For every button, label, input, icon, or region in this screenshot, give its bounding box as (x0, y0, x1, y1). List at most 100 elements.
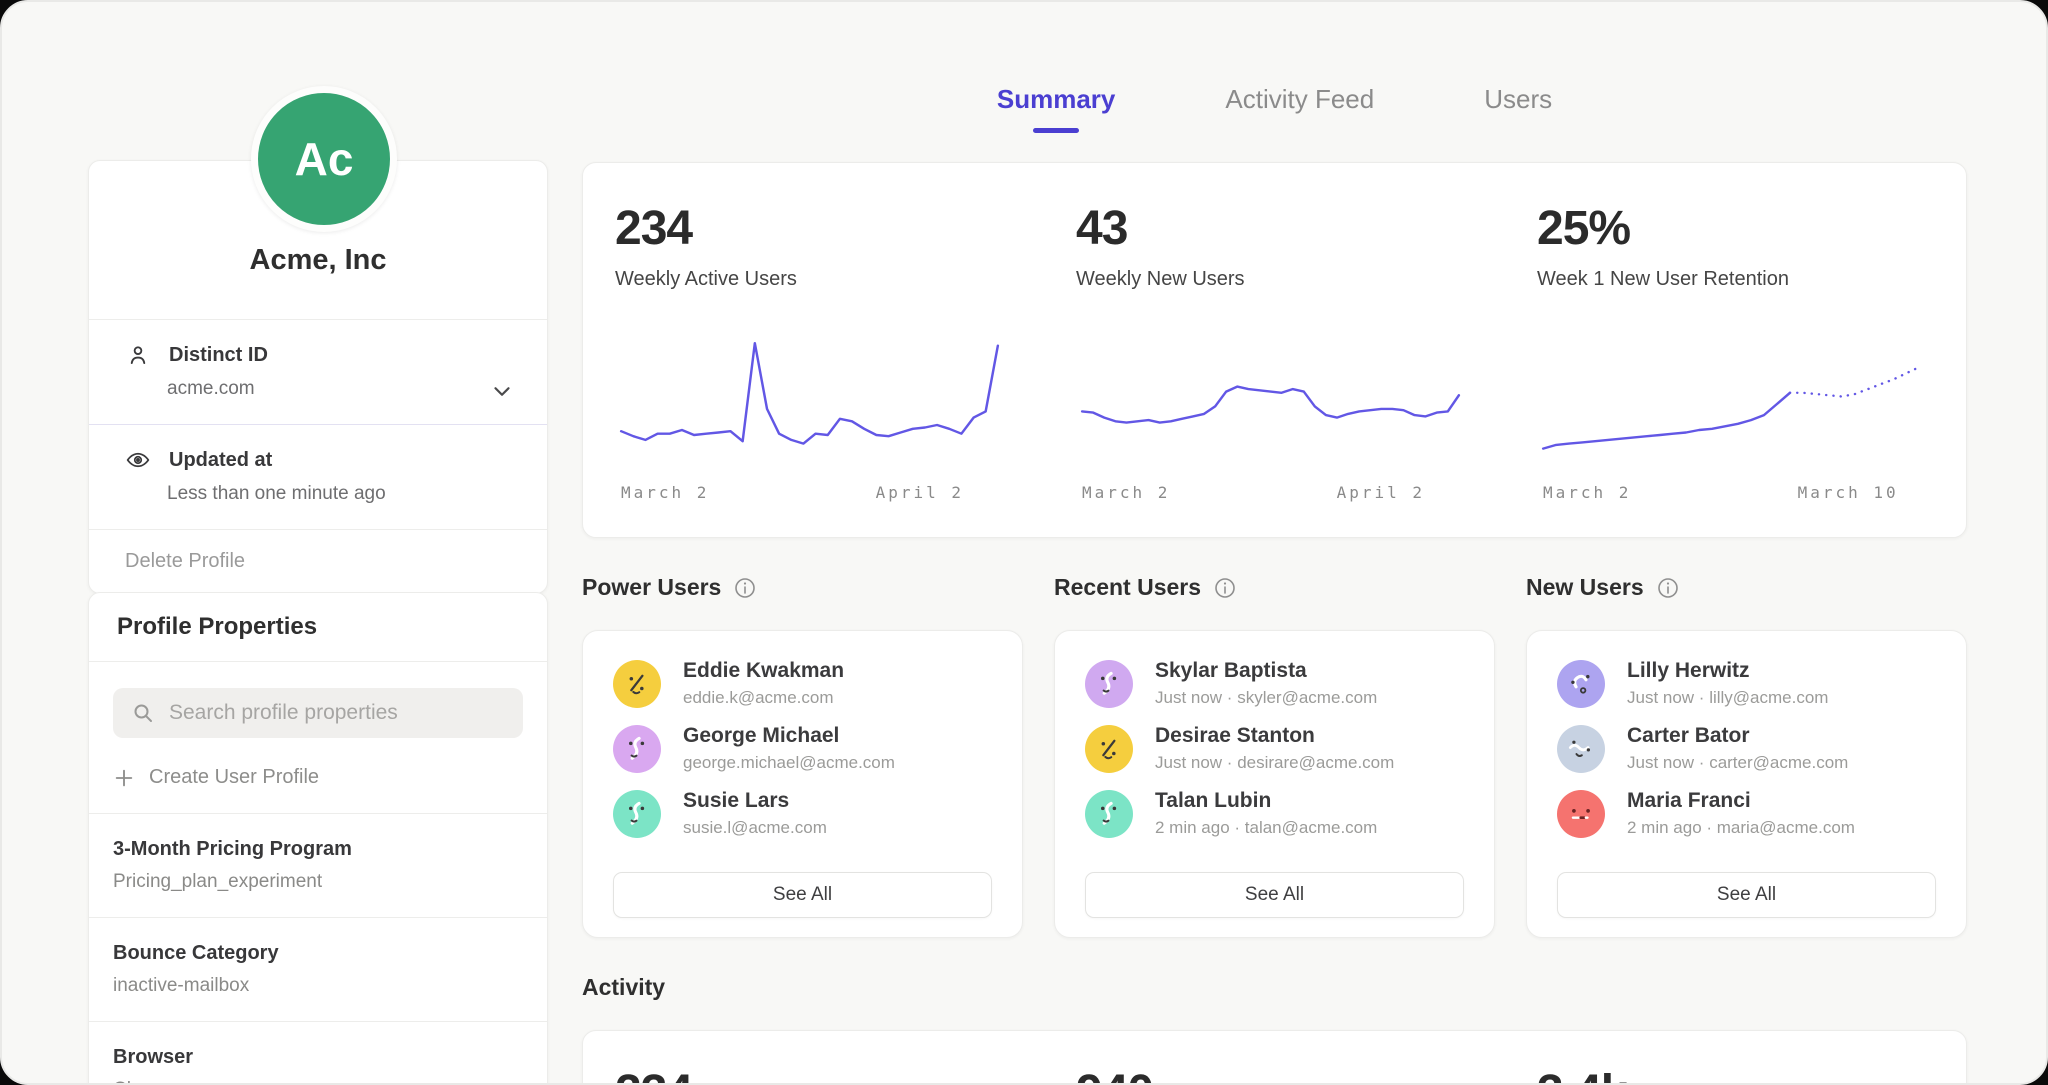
search-icon (131, 701, 155, 725)
user-name: Lilly Herwitz (1627, 659, 1828, 683)
list-item[interactable]: Desirae Stanton Just now · desirare@acme… (1085, 724, 1464, 773)
list-item[interactable]: Carter Bator Just now · carter@acme.com (1557, 724, 1936, 773)
info-icon[interactable] (1656, 576, 1680, 600)
delete-profile-button[interactable]: Delete Profile (89, 529, 547, 593)
avatar (613, 725, 661, 773)
tab-users[interactable]: Users (1484, 84, 1552, 131)
x-tick: April 2 (876, 483, 964, 502)
stat-value: 234 (615, 201, 1004, 256)
activity-stat: 940 (1044, 1065, 1505, 1085)
distinct-id-row[interactable]: Distinct ID acme.com (89, 319, 547, 424)
user-name: Talan Lubin (1155, 789, 1377, 813)
distinct-id-value: acme.com (167, 378, 511, 400)
recent-users-header: Recent Users (1054, 574, 1495, 601)
list-item[interactable]: George Michael george.michael@acme.com (613, 724, 992, 773)
info-icon[interactable] (1213, 576, 1237, 600)
avatar (1085, 790, 1133, 838)
avatar (1557, 725, 1605, 773)
user-name: Eddie Kwakman (683, 659, 844, 683)
see-all-button[interactable]: See All (1557, 872, 1936, 918)
list-item[interactable]: Susie Lars susie.l@acme.com (613, 789, 992, 838)
tab-activity-feed[interactable]: Activity Feed (1225, 84, 1374, 131)
activity-stat: 3.4k (1505, 1065, 1966, 1085)
eye-icon (125, 447, 151, 473)
person-icon (125, 342, 151, 368)
section-title: Power Users (582, 574, 721, 601)
user-subtitle: Just now · carter@acme.com (1627, 753, 1848, 773)
avatar (613, 660, 661, 708)
app-window: Ac Acme, Inc Distinct ID acme.com Upd (0, 0, 2048, 1085)
user-name: Carter Bator (1627, 724, 1848, 748)
user-cards: Eddie Kwakman eddie.k@acme.com George Mi… (582, 630, 1967, 938)
user-subtitle: 2 min ago · maria@acme.com (1627, 818, 1855, 838)
x-tick: March 10 (1798, 483, 1899, 502)
x-tick: March 2 (621, 483, 709, 502)
property-row[interactable]: Browser Chrome (89, 1021, 547, 1085)
list-item[interactable]: Eddie Kwakman eddie.k@acme.com (613, 659, 992, 708)
section-title: New Users (1526, 574, 1644, 601)
avatar (1085, 725, 1133, 773)
list-item[interactable]: Lilly Herwitz Just now · lilly@acme.com (1557, 659, 1936, 708)
plus-icon (113, 767, 135, 789)
new-users-header: New Users (1526, 574, 1967, 601)
tab-summary[interactable]: Summary (997, 84, 1116, 131)
stat-weekly-new-users: 43 Weekly New Users March 2 April 2 (1044, 163, 1505, 537)
search-input[interactable] (169, 701, 505, 725)
user-subtitle: Just now · desirare@acme.com (1155, 753, 1394, 773)
avatar (1557, 790, 1605, 838)
property-name: Browser (113, 1046, 523, 1069)
tab-bar: Summary Activity Feed Users (582, 84, 1967, 131)
chevron-down-icon[interactable] (489, 378, 515, 404)
user-subtitle: Just now · skyler@acme.com (1155, 688, 1377, 708)
user-section-headers: Power Users Recent Users New Users (582, 574, 1967, 601)
user-name: George Michael (683, 724, 895, 748)
new-users-card: Lilly Herwitz Just now · lilly@acme.com … (1526, 630, 1967, 938)
updated-at-row: Updated at Less than one minute ago (89, 424, 547, 529)
property-value: inactive-mailbox (113, 975, 523, 997)
info-icon[interactable] (733, 576, 757, 600)
user-subtitle: 2 min ago · talan@acme.com (1155, 818, 1377, 838)
user-name: Susie Lars (683, 789, 827, 813)
property-name: Bounce Category (113, 942, 523, 965)
company-avatar: Ac (251, 86, 397, 232)
list-item[interactable]: Skylar Baptista Just now · skyler@acme.c… (1085, 659, 1464, 708)
x-axis: March 2 April 2 (1076, 483, 1465, 507)
profile-properties-card: Profile Properties Create User Profile 3… (88, 592, 548, 1085)
see-all-button[interactable]: See All (1085, 872, 1464, 918)
user-subtitle: eddie.k@acme.com (683, 688, 844, 708)
sparkline-chart (1076, 319, 1465, 469)
create-user-profile-label: Create User Profile (149, 766, 319, 789)
list-item[interactable]: Maria Franci 2 min ago · maria@acme.com (1557, 789, 1936, 838)
profile-properties-search[interactable] (113, 688, 523, 738)
sparkline-chart (1537, 319, 1926, 469)
distinct-id-label: Distinct ID (169, 344, 268, 367)
user-name: Skylar Baptista (1155, 659, 1377, 683)
stat-label: Weekly New Users (1076, 268, 1465, 291)
stat-label: Weekly Active Users (615, 268, 1004, 291)
avatar (1085, 660, 1133, 708)
power-users-header: Power Users (582, 574, 1023, 601)
create-user-profile-button[interactable]: Create User Profile (113, 766, 523, 789)
property-row[interactable]: 3-Month Pricing Program Pricing_plan_exp… (89, 813, 547, 917)
avatar (1557, 660, 1605, 708)
list-item[interactable]: Talan Lubin 2 min ago · talan@acme.com (1085, 789, 1464, 838)
x-tick: March 2 (1082, 483, 1170, 502)
stat-label: Week 1 New User Retention (1537, 268, 1926, 291)
user-subtitle: Just now · lilly@acme.com (1627, 688, 1828, 708)
activity-title: Activity (582, 974, 665, 1001)
property-value: Chrome (113, 1079, 523, 1085)
property-value: Pricing_plan_experiment (113, 871, 523, 893)
activity-stat: 234 (583, 1065, 1044, 1085)
section-title: Recent Users (1054, 574, 1201, 601)
profile-properties-title: Profile Properties (89, 593, 547, 662)
stat-value: 25% (1537, 201, 1926, 256)
company-avatar-initials: Ac (295, 132, 354, 186)
see-all-button[interactable]: See All (613, 872, 992, 918)
updated-at-value: Less than one minute ago (167, 483, 511, 505)
updated-at-label: Updated at (169, 449, 272, 472)
power-users-card: Eddie Kwakman eddie.k@acme.com George Mi… (582, 630, 1023, 938)
user-name: Maria Franci (1627, 789, 1855, 813)
property-row[interactable]: Bounce Category inactive-mailbox (89, 917, 547, 1021)
recent-users-card: Skylar Baptista Just now · skyler@acme.c… (1054, 630, 1495, 938)
property-name: 3-Month Pricing Program (113, 838, 523, 861)
